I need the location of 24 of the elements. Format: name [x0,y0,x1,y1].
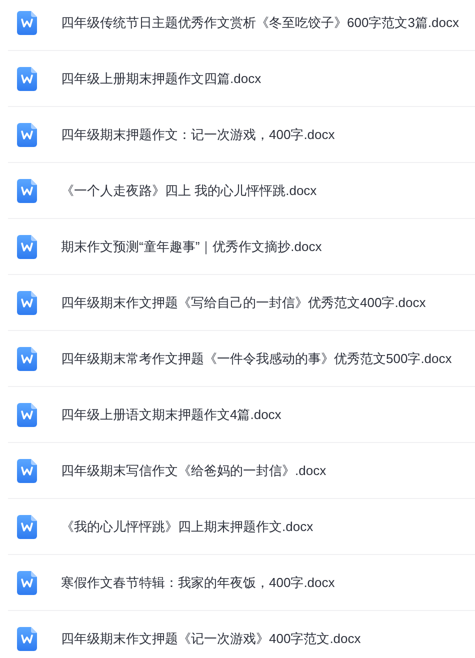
word-document-icon [17,570,37,594]
word-document-icon [17,122,37,146]
file-name[interactable]: 四年级期末写信作文《给爸妈的一封信》.docx [61,462,326,480]
word-document-icon [17,290,37,314]
file-name[interactable]: 四年级传统节日主题优秀作文赏析《冬至吃饺子》600字范文3篇.docx [61,14,459,32]
file-name[interactable]: 四年级期末作文押题《写给自己的一封信》优秀范文400字.docx [61,294,426,312]
word-document-icon [17,346,37,370]
file-name[interactable]: 四年级期末作文押题《记一次游戏》400字范文.docx [61,630,361,648]
word-document-icon [17,514,37,538]
word-document-icon [17,458,37,482]
file-name[interactable]: 《一个人走夜路》四上 我的心儿怦怦跳.docx [61,182,317,200]
file-name[interactable]: 四年级期末常考作文押题《一件令我感动的事》优秀范文500字.docx [61,350,452,368]
word-document-icon [17,178,37,202]
word-document-icon [17,10,37,34]
file-name[interactable]: 四年级上册期末押题作文四篇.docx [61,70,262,88]
word-document-icon [17,626,37,650]
file-name[interactable]: 四年级上册语文期末押题作文4篇.docx [61,406,282,424]
word-document-icon [17,66,37,90]
word-document-icon [17,402,37,426]
file-name[interactable]: 期末作文预测“童年趣事”｜优秀作文摘抄.docx [61,238,322,256]
file-name[interactable]: 四年级期末押题作文：记一次游戏，400字.docx [61,126,335,144]
file-name[interactable]: 《我的心儿怦怦跳》四上期末押题作文.docx [61,518,314,536]
file-name[interactable]: 寒假作文春节特辑：我家的年夜饭，400字.docx [61,574,335,592]
word-document-icon [17,234,37,258]
